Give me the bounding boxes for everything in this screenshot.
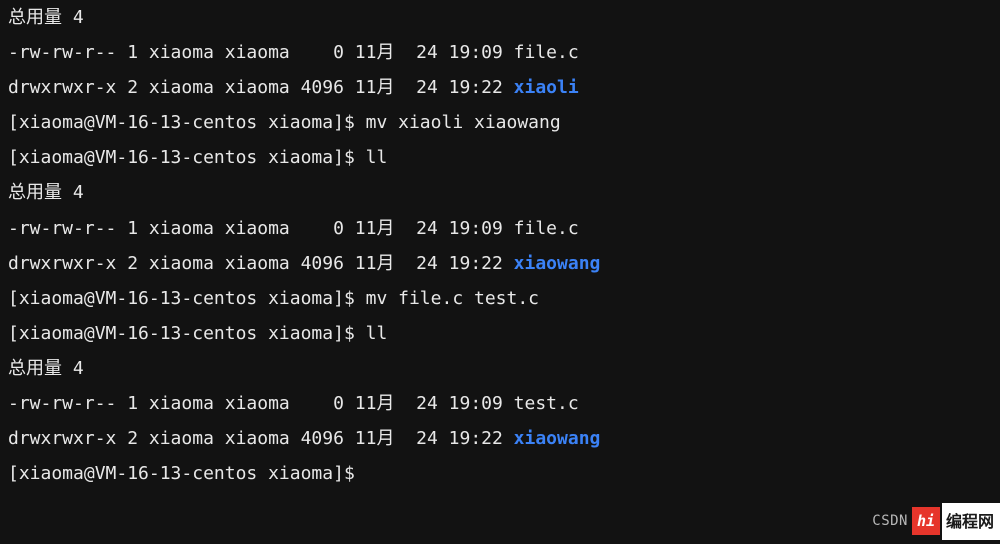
terminal-line: [xiaoma@VM-16-13-centos xiaoma]$ mv file… [8,281,992,316]
terminal-text: [xiaoma@VM-16-13-centos xiaoma]$ mv xiao… [8,112,561,133]
terminal-line: [xiaoma@VM-16-13-centos xiaoma]$ ll [8,316,992,351]
terminal-text: 总用量 4 [8,358,84,379]
terminal-line: drwxrwxr-x 2 xiaoma xiaoma 4096 11月 24 1… [8,421,992,456]
watermark-logo-icon: hi [912,507,940,535]
terminal-text: -rw-rw-r-- 1 xiaoma xiaoma 0 11月 24 19:0… [8,393,579,414]
terminal-text: [xiaoma@VM-16-13-centos xiaoma]$ mv file… [8,288,539,309]
terminal-line: -rw-rw-r-- 1 xiaoma xiaoma 0 11月 24 19:0… [8,35,992,70]
terminal-text: -rw-rw-r-- 1 xiaoma xiaoma 0 11月 24 19:0… [8,218,579,239]
terminal-text: -rw-rw-r-- 1 xiaoma xiaoma 0 11月 24 19:0… [8,42,579,63]
terminal-text: drwxrwxr-x 2 xiaoma xiaoma 4096 11月 24 1… [8,77,514,98]
terminal-line: drwxrwxr-x 2 xiaoma xiaoma 4096 11月 24 1… [8,70,992,105]
terminal-line: [xiaoma@VM-16-13-centos xiaoma]$ ll [8,140,992,175]
terminal-text: 总用量 4 [8,7,84,28]
terminal-line: [xiaoma@VM-16-13-centos xiaoma]$ mv xiao… [8,105,992,140]
watermark-site-text: 编程网 [942,503,1000,540]
terminal-text: [xiaoma@VM-16-13-centos xiaoma]$ [8,463,366,484]
watermark-csdn: CSDN [872,508,908,535]
directory-name: xiaoli [514,77,579,98]
terminal-text: [xiaoma@VM-16-13-centos xiaoma]$ ll [8,147,387,168]
watermark: CSDN hi 编程网 [872,503,1000,540]
terminal-line: -rw-rw-r-- 1 xiaoma xiaoma 0 11月 24 19:0… [8,386,992,421]
terminal-line: 总用量 4 [8,351,992,386]
terminal-line: -rw-rw-r-- 1 xiaoma xiaoma 0 11月 24 19:0… [8,211,992,246]
terminal-line: 总用量 4 [8,0,992,35]
terminal-output[interactable]: 总用量 4 -rw-rw-r-- 1 xiaoma xiaoma 0 11月 24… [8,0,992,491]
directory-name: xiaowang [514,428,601,449]
terminal-text: 总用量 4 [8,182,84,203]
terminal-line: 总用量 4 [8,175,992,210]
terminal-line: [xiaoma@VM-16-13-centos xiaoma]$ [8,456,992,491]
directory-name: xiaowang [514,253,601,274]
terminal-line: drwxrwxr-x 2 xiaoma xiaoma 4096 11月 24 1… [8,246,992,281]
terminal-text: [xiaoma@VM-16-13-centos xiaoma]$ ll [8,323,387,344]
terminal-text: drwxrwxr-x 2 xiaoma xiaoma 4096 11月 24 1… [8,253,514,274]
terminal-text: drwxrwxr-x 2 xiaoma xiaoma 4096 11月 24 1… [8,428,514,449]
